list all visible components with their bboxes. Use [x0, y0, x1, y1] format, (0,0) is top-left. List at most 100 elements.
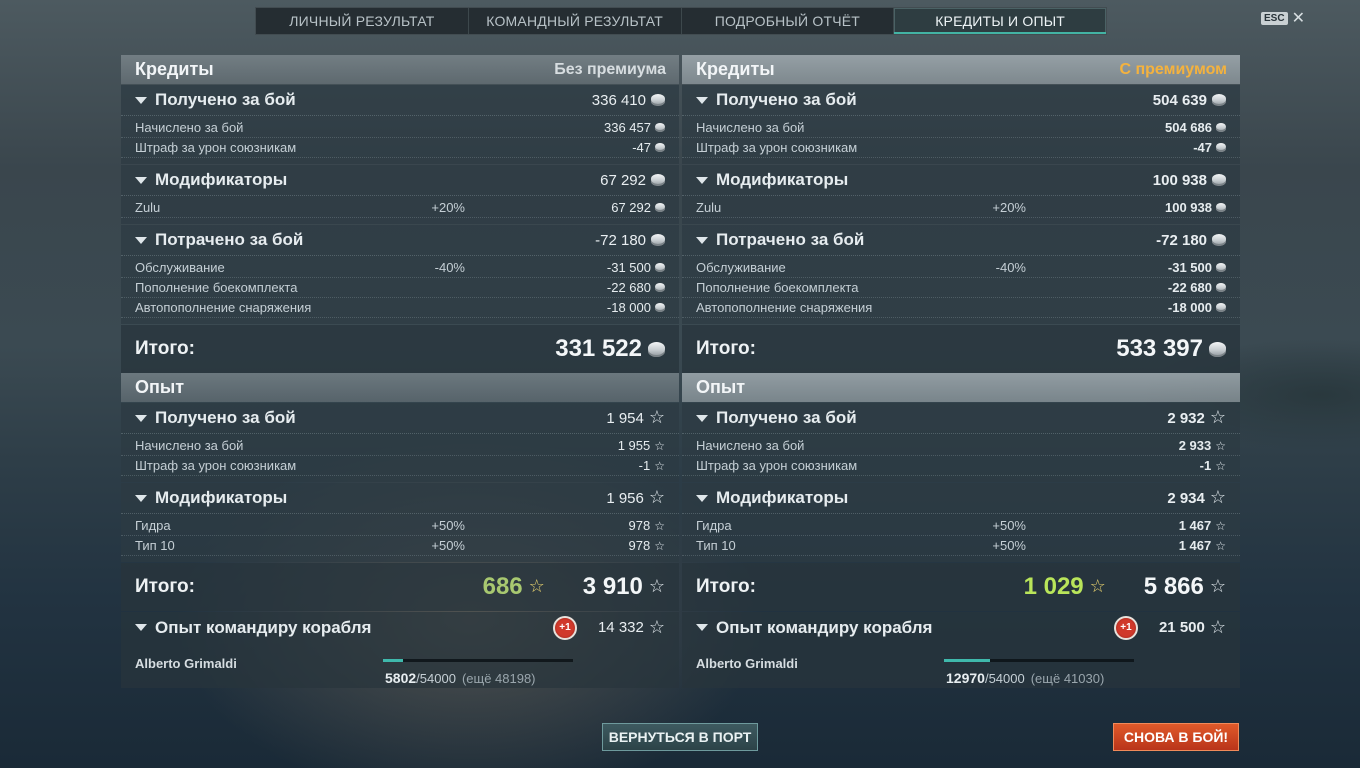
- section-label: Потрачено за бой: [155, 230, 304, 249]
- detail-row: Штраф за урон союзникам -1 ☆: [121, 456, 679, 476]
- row-label: Штраф за урон союзникам: [696, 458, 858, 473]
- tab-team-result[interactable]: КОМАНДНЫЙ РЕЗУЛЬТАТ: [469, 8, 682, 34]
- xp-total: Итого: 1 029 ☆ 5 866 ☆: [682, 563, 1240, 611]
- row-label: Пополнение боекомплекта: [135, 280, 298, 295]
- detail-rows: Начислено за бой 2 933 ☆ Штраф за урон союз…: [682, 434, 1240, 482]
- section-label: Получено за бой: [716, 408, 857, 427]
- row-value: 978 ☆: [628, 538, 665, 553]
- xp-star-icon: ☆: [1209, 576, 1226, 597]
- row-label: Тип 10: [135, 538, 175, 553]
- credits-icon: [1216, 303, 1226, 312]
- section-header[interactable]: Модификаторы 1 956 ☆: [121, 483, 679, 514]
- xp-star-icon: ☆: [528, 576, 545, 597]
- xp-star-icon: ☆: [648, 487, 665, 508]
- detail-rows: Обслуживание -40% -31 500 Пополнение боеком…: [682, 256, 1240, 324]
- section-mods: Модификаторы 67 292 Zulu +20% 67 292: [121, 165, 679, 224]
- credits-total: Итого: 533 397: [682, 325, 1240, 373]
- collapse-icon: [696, 494, 708, 502]
- row-label: Автопополнение снаряжения: [696, 300, 873, 315]
- row-percent: -40%: [434, 260, 465, 275]
- section-value: 504 639: [1153, 92, 1226, 109]
- detail-row: Пополнение боекомплекта -22 680: [682, 278, 1240, 298]
- section-xp_earned: Получено за бой 1 954 ☆ Начислено за бой 1 9…: [121, 403, 679, 482]
- section-earned: Получено за бой 504 639 Начислено за бой 50…: [682, 85, 1240, 164]
- section-xp_mods: Модификаторы 1 956 ☆ Гидра +50% 978 ☆ Тип 10 +50…: [121, 483, 679, 562]
- tab-personal-result[interactable]: ЛИЧНЫЙ РЕЗУЛЬТАТ: [256, 8, 469, 34]
- section-header[interactable]: Опыт командиру корабля +1 21 500 ☆: [682, 612, 1240, 643]
- detail-row: Штраф за урон союзникам -47: [682, 138, 1240, 158]
- section-label: Потрачено за бой: [716, 230, 865, 249]
- row-label: Гидра: [696, 518, 732, 533]
- section-header[interactable]: Модификаторы 100 938: [682, 165, 1240, 196]
- section-label: Модификаторы: [716, 488, 849, 507]
- credits-icon: [1209, 341, 1226, 357]
- account-mode-label: С премиумом: [1119, 60, 1227, 78]
- close-button[interactable]: ESC ✕: [1261, 9, 1305, 27]
- row-label: Начислено за бой: [135, 438, 244, 453]
- xp-star-icon: ☆: [654, 538, 665, 553]
- close-icon: ✕: [1291, 9, 1305, 27]
- collapse-icon: [135, 624, 147, 631]
- collapse-icon: [135, 176, 147, 184]
- return-to-port-button[interactable]: ВЕРНУТЬСЯ В ПОРТ: [602, 723, 758, 751]
- free-xp-value: 1 029 ☆: [1023, 573, 1106, 600]
- section-header[interactable]: Потрачено за бой -72 180: [682, 225, 1240, 256]
- row-value: 2 933 ☆: [1178, 438, 1226, 453]
- result-tabs: ЛИЧНЫЙ РЕЗУЛЬТАТ КОМАНДНЫЙ РЕЗУЛЬТАТ ПОД…: [255, 7, 1107, 35]
- xp-star-icon: ☆: [1215, 458, 1226, 473]
- detail-row: Начислено за бой 336 457: [121, 118, 679, 138]
- detail-row: Гидра +50% 978 ☆: [121, 516, 679, 536]
- credits-icon: [651, 94, 665, 106]
- detail-rows: Обслуживание -40% -31 500 Пополнение боеком…: [121, 256, 679, 324]
- row-label: Обслуживание: [135, 260, 225, 275]
- credits-icon: [1216, 203, 1226, 212]
- battle-again-button[interactable]: СНОВА В БОЙ!: [1113, 723, 1239, 751]
- row-value: 67 292: [465, 200, 665, 215]
- section-header[interactable]: Модификаторы 67 292: [121, 165, 679, 196]
- tab-detailed-report[interactable]: ПОДРОБНЫЙ ОТЧЁТ: [682, 8, 895, 34]
- section-header[interactable]: Получено за бой 504 639: [682, 85, 1240, 116]
- credits-icon: [655, 303, 665, 312]
- section-header[interactable]: Потрачено за бой -72 180: [121, 225, 679, 256]
- section-label: Получено за бой: [155, 408, 296, 427]
- credits-icon: [655, 143, 665, 152]
- xp-total: Итого: 686 ☆ 3 910 ☆: [121, 563, 679, 611]
- row-value: 100 938: [1026, 200, 1226, 215]
- section-header[interactable]: Получено за бой 1 954 ☆: [121, 403, 679, 434]
- row-value: 504 686: [1026, 120, 1226, 135]
- row-value: 978 ☆: [628, 518, 665, 533]
- section-header[interactable]: Получено за бой 336 410: [121, 85, 679, 116]
- section-xp_earned: Получено за бой 2 932 ☆ Начислено за бой 2 9…: [682, 403, 1240, 482]
- detail-rows: Гидра +50% 978 ☆ Тип 10 +50% 978 ☆: [121, 514, 679, 562]
- row-value: -1 ☆: [638, 458, 665, 473]
- xp-star-icon: ☆: [1209, 616, 1226, 638]
- section-header[interactable]: Модификаторы 2 934 ☆: [682, 483, 1240, 514]
- row-percent: +50%: [992, 518, 1026, 533]
- collapse-icon: [696, 96, 708, 104]
- section-header[interactable]: Получено за бой 2 932 ☆: [682, 403, 1240, 434]
- row-value: 1 467 ☆: [1178, 518, 1226, 533]
- row-value: -22 680: [1026, 280, 1226, 295]
- detail-row: Zulu +20% 100 938: [682, 198, 1240, 218]
- collapse-icon: [135, 414, 147, 422]
- commander-xp: Опыт командиру корабля +1 14 332 ☆ Alberto G…: [121, 612, 679, 688]
- credits-icon: [655, 283, 665, 292]
- credits-icon: [1216, 283, 1226, 292]
- row-value: 1 955 ☆: [617, 438, 665, 453]
- detail-rows: Начислено за бой 1 955 ☆ Штраф за урон союз…: [121, 434, 679, 482]
- section-label: Получено за бой: [155, 90, 296, 109]
- section-value: 100 938: [1153, 172, 1226, 189]
- section-label: Модификаторы: [155, 488, 288, 507]
- row-value: -18 000: [1026, 300, 1226, 315]
- detail-rows: Zulu +20% 67 292: [121, 196, 679, 224]
- tab-credits-xp[interactable]: КРЕДИТЫ И ОПЫТ: [894, 8, 1106, 34]
- row-value: 1 467 ☆: [1178, 538, 1226, 553]
- detail-row: Начислено за бой 504 686: [682, 118, 1240, 138]
- commander-name: Alberto Grimaldi: [696, 656, 798, 671]
- section-header[interactable]: Опыт командиру корабля +1 14 332 ☆: [121, 612, 679, 643]
- collapse-icon: [696, 236, 708, 244]
- skill-point-badge: +1: [1113, 615, 1138, 640]
- credits-icon: [1216, 263, 1226, 272]
- row-value: -1 ☆: [1199, 458, 1226, 473]
- detail-row: Обслуживание -40% -31 500: [682, 258, 1240, 278]
